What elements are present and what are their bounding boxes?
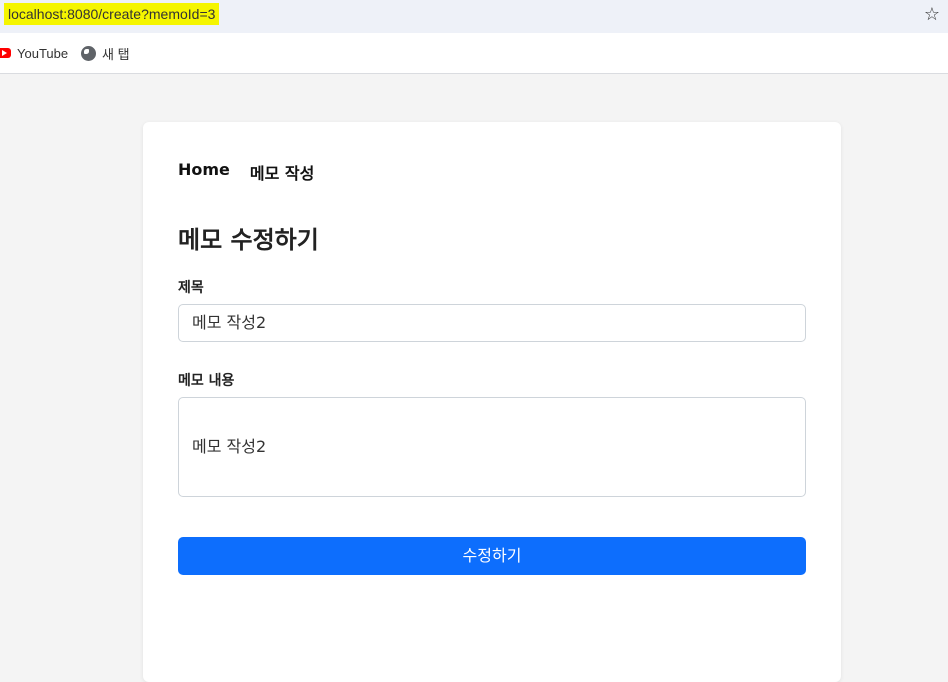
content-textarea[interactable]: 메모 작성2 — [178, 397, 806, 497]
title-input[interactable]: 메모 작성2 — [178, 304, 806, 342]
submit-button[interactable]: 수정하기 — [178, 537, 806, 575]
bookmark-new-tab[interactable]: 새 탭 — [81, 43, 130, 63]
nav-home-link[interactable]: Home — [178, 160, 230, 184]
url-text[interactable]: localhost:8080/create?memoId=3 — [4, 3, 220, 25]
youtube-icon — [0, 48, 11, 58]
content-field-label: 메모 내용 — [178, 373, 235, 389]
browser-address-bar: localhost:8080/create?memoId=3 ☆ — [0, 0, 948, 33]
globe-icon — [81, 45, 96, 61]
page-title: 메모 수정하기 — [178, 226, 319, 254]
top-nav: Home 메모 작성 — [178, 160, 314, 184]
bookmark-youtube[interactable]: YouTube — [0, 43, 68, 63]
bookmarks-bar: YouTube 새 탭 — [0, 33, 948, 74]
bookmark-label: 새 탭 — [102, 46, 130, 62]
nav-create-link[interactable]: 메모 작성 — [250, 160, 314, 184]
title-field-label: 제목 — [178, 280, 204, 296]
bookmark-label: YouTube — [17, 45, 69, 61]
memo-card: Home 메모 작성 메모 수정하기 제목 메모 작성2 메모 내용 메모 작성… — [143, 122, 841, 682]
bookmark-star-icon[interactable]: ☆ — [922, 5, 942, 25]
